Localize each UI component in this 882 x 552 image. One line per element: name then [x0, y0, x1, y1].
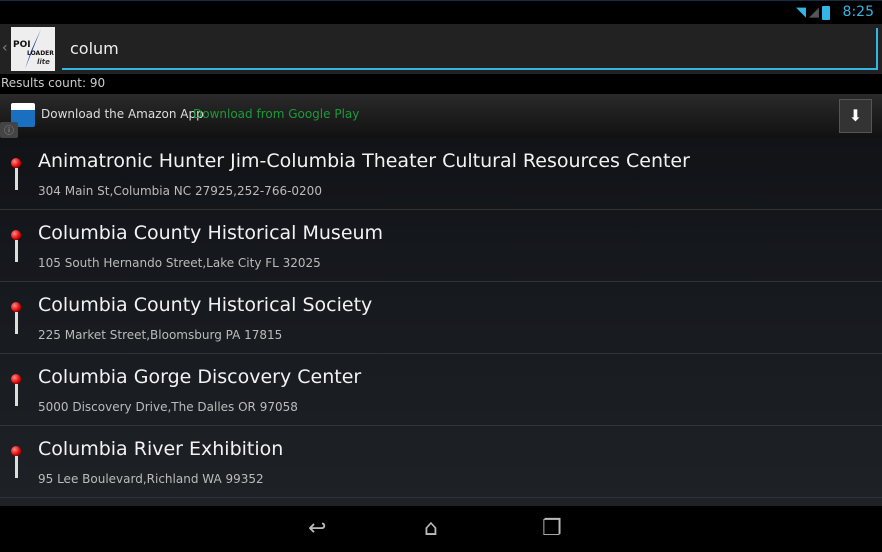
download-button[interactable]: ⬇: [839, 99, 872, 133]
poi-address: 5000 Discovery Drive,The Dalles OR 97058: [38, 400, 298, 414]
map-pin-icon: [11, 446, 21, 480]
ad-link[interactable]: Download from Google Play: [193, 107, 359, 121]
home-nav-icon[interactable]: ⌂: [424, 516, 438, 541]
search-input[interactable]: [62, 28, 878, 70]
list-item[interactable]: Animatronic Hunter Jim-Columbia Theater …: [0, 138, 882, 210]
ad-banner[interactable]: Download the Amazon App Download from Go…: [0, 94, 882, 138]
results-count: Results count: 90: [1, 76, 106, 90]
poi-name: Animatronic Hunter Jim-Columbia Theater …: [38, 150, 690, 172]
info-icon[interactable]: ⓘ: [0, 122, 18, 138]
app-logo[interactable]: POI LOADER lite: [11, 27, 55, 71]
list-item[interactable]: Columbia River Exhibition 95 Lee Boulevar…: [0, 426, 882, 498]
map-pin-icon: [11, 302, 21, 336]
back-nav-icon[interactable]: ↩: [308, 516, 326, 541]
poi-address: 225 Market Street,Bloomsburg PA 17815: [38, 328, 283, 342]
navigation-bar: ↩ ⌂ ❐: [0, 506, 882, 552]
map-pin-icon: [11, 230, 21, 264]
poi-name: Columbia County Historical Museum: [38, 222, 384, 244]
back-chevron-icon[interactable]: ‹: [2, 40, 8, 56]
battery-icon: [822, 6, 830, 20]
action-bar: ‹ POI LOADER lite: [0, 24, 882, 74]
svg-text:POI: POI: [13, 40, 31, 50]
poi-name: Columbia Gorge Discovery Center: [38, 366, 362, 388]
status-bar: ◥ ◢ 8:25: [0, 0, 882, 24]
poi-address: 95 Lee Boulevard,Richland WA 99352: [38, 472, 264, 486]
clock: 8:25: [842, 4, 874, 20]
map-pin-icon: [11, 374, 21, 408]
poi-name: Columbia River Exhibition: [38, 438, 284, 460]
list-item[interactable]: Columbia County Historical Society 225 Ma…: [0, 282, 882, 354]
poi-address: 304 Main St,Columbia NC 27925,252-766-02…: [38, 184, 322, 198]
recents-nav-icon[interactable]: ❐: [542, 516, 562, 541]
signal-icon: ◢: [809, 5, 819, 20]
ad-title[interactable]: Download the Amazon App: [41, 107, 204, 121]
list-item[interactable]: Columbia Gorge Discovery Center 5000 Disc…: [0, 354, 882, 426]
list-item[interactable]: Columbia County Historical Museum 105 Sou…: [0, 210, 882, 282]
map-pin-icon: [11, 158, 21, 192]
poi-address: 105 South Hernando Street,Lake City FL 3…: [38, 256, 321, 270]
wifi-icon: ◥: [796, 5, 806, 20]
results-list: Animatronic Hunter Jim-Columbia Theater …: [0, 138, 882, 506]
svg-text:lite: lite: [37, 58, 50, 66]
poi-name: Columbia County Historical Society: [38, 294, 373, 316]
svg-text:LOADER: LOADER: [27, 50, 54, 57]
